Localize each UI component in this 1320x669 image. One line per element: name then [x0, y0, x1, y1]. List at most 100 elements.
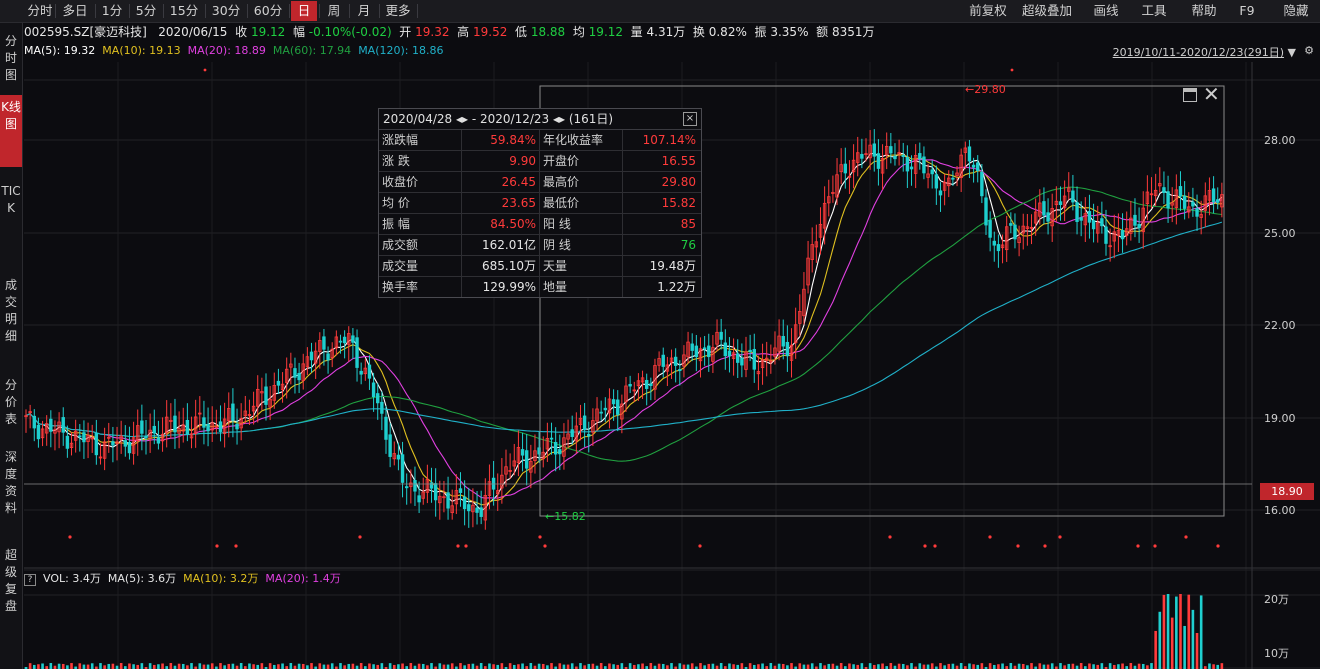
- period-tab-7[interactable]: 日: [291, 1, 317, 21]
- volume-bar: [417, 663, 421, 669]
- nav-item-2[interactable]: TICK: [0, 179, 22, 259]
- ma5-label: MA(5): 19.32: [24, 44, 96, 57]
- volume-bar: [376, 664, 380, 669]
- nav-item-6[interactable]: 超级复盘: [0, 543, 22, 613]
- candle-body: [785, 341, 790, 357]
- settings-gear-icon[interactable]: ⚙: [1304, 44, 1314, 57]
- divider: [95, 4, 96, 18]
- candle-body: [876, 153, 881, 169]
- stat-value: 107.14%: [642, 133, 696, 147]
- maximize-icon[interactable]: [1183, 88, 1197, 102]
- volume-bar: [368, 663, 371, 669]
- question-icon[interactable]: ?: [24, 574, 36, 586]
- volume-bar: [1191, 609, 1195, 669]
- volume-bar: [306, 665, 309, 669]
- candle-body: [537, 447, 541, 455]
- turnover-value: 0.82%: [708, 25, 747, 39]
- menu-item-5[interactable]: F9: [1232, 1, 1262, 21]
- volume-bar: [1175, 596, 1178, 669]
- candle-body: [665, 364, 670, 372]
- candle-body: [107, 436, 111, 439]
- candle-body: [148, 429, 152, 439]
- volume-bar: [49, 663, 53, 669]
- candle-body: [371, 382, 376, 398]
- volume-bar: [1001, 663, 1004, 669]
- volume-bar: [736, 664, 740, 669]
- candle-body: [566, 433, 570, 440]
- avg-value: 19.12: [588, 25, 624, 39]
- candle-body: [884, 145, 889, 156]
- candle-body: [380, 401, 384, 414]
- candle-body: [1017, 237, 1021, 244]
- volume-bar: [459, 663, 462, 669]
- menu-item-3[interactable]: 工具: [1134, 1, 1174, 21]
- volume-bar: [132, 664, 135, 669]
- period-tab-10[interactable]: 更多: [381, 1, 415, 21]
- candle-body: [65, 435, 70, 449]
- kline-chart[interactable]: 28.00 25.00 22.00 19.00 16.00 20万 10万 ←29.80 ←1…: [0, 0, 1320, 669]
- date-range-selector[interactable]: 2019/10/11-2020/12/23(291日) ▼: [1113, 44, 1296, 60]
- candle-body: [272, 385, 276, 401]
- nav-item-4[interactable]: 分价表: [0, 373, 22, 429]
- nav-item-5[interactable]: 深度资料: [0, 445, 22, 529]
- stat-value: 59.84%: [462, 130, 540, 150]
- menu-item-6[interactable]: 隐藏: [1278, 1, 1314, 21]
- period-tab-3[interactable]: 5分: [131, 1, 161, 21]
- stat-label: 天量: [540, 256, 623, 276]
- volume-bar: [1059, 663, 1062, 669]
- menu-item-1[interactable]: 超级叠加: [1018, 1, 1076, 21]
- menu-item-2[interactable]: 画线: [1086, 1, 1126, 21]
- volume-bar: [761, 663, 764, 669]
- volume-bar: [343, 665, 346, 669]
- candle-body: [189, 433, 194, 439]
- period-tab-2[interactable]: 1分: [97, 1, 127, 21]
- stat-row: 换手率 129.99% 地量 1.22万: [379, 277, 701, 297]
- volume-bar: [206, 664, 210, 669]
- volume-bar: [90, 663, 94, 669]
- nav-item-3[interactable]: 成交明细: [0, 273, 22, 359]
- menu-item-0[interactable]: 前复权: [964, 1, 1012, 21]
- menu-item-4[interactable]: 帮助: [1184, 1, 1224, 21]
- divider: [205, 4, 206, 18]
- period-tab-1[interactable]: 多日: [57, 1, 93, 21]
- nav-item-1[interactable]: K线图: [0, 95, 22, 167]
- volume-bar: [1117, 664, 1120, 669]
- volume-bar: [372, 664, 375, 669]
- stat-label: 开盘价: [540, 151, 623, 171]
- divider: [417, 4, 418, 18]
- event-marker: [888, 535, 892, 539]
- volume-bar: [608, 663, 611, 669]
- volume-bar: [99, 663, 102, 669]
- candle-body: [806, 257, 810, 286]
- vol-value: 4.31万: [646, 25, 686, 39]
- period-tab-6[interactable]: 60分: [249, 1, 287, 21]
- volume-bar: [401, 663, 404, 669]
- volume-bar: [517, 664, 520, 669]
- volume-bar: [666, 665, 669, 669]
- candle-body: [930, 169, 934, 175]
- candle-body: [909, 166, 914, 170]
- candle-body: [334, 336, 339, 349]
- stat-row: 收盘价 26.45 最高价 29.80: [379, 172, 701, 193]
- candle-body: [231, 403, 235, 421]
- period-tab-9[interactable]: 月: [351, 1, 377, 21]
- candle-body: [24, 415, 28, 418]
- nav-item-0[interactable]: 分时图: [0, 29, 22, 89]
- period-tab-8[interactable]: 周: [321, 1, 347, 21]
- period-tab-0[interactable]: 分时: [27, 1, 53, 21]
- volume-bar: [839, 663, 843, 669]
- volume-bar: [939, 663, 942, 669]
- close-icon[interactable]: ✕: [1203, 84, 1220, 104]
- candle-body: [218, 421, 223, 432]
- candle-body: [239, 418, 243, 429]
- change-value: -0.10%(-0.02): [308, 25, 392, 39]
- candle-body: [1042, 201, 1046, 216]
- candle-body: [355, 337, 359, 368]
- candle-body: [632, 389, 636, 392]
- period-tab-4[interactable]: 15分: [165, 1, 203, 21]
- close-icon[interactable]: ×: [683, 112, 697, 126]
- volume-bar: [707, 663, 711, 669]
- candle-body: [32, 415, 36, 429]
- volume-bar: [798, 663, 802, 669]
- period-tab-5[interactable]: 30分: [207, 1, 245, 21]
